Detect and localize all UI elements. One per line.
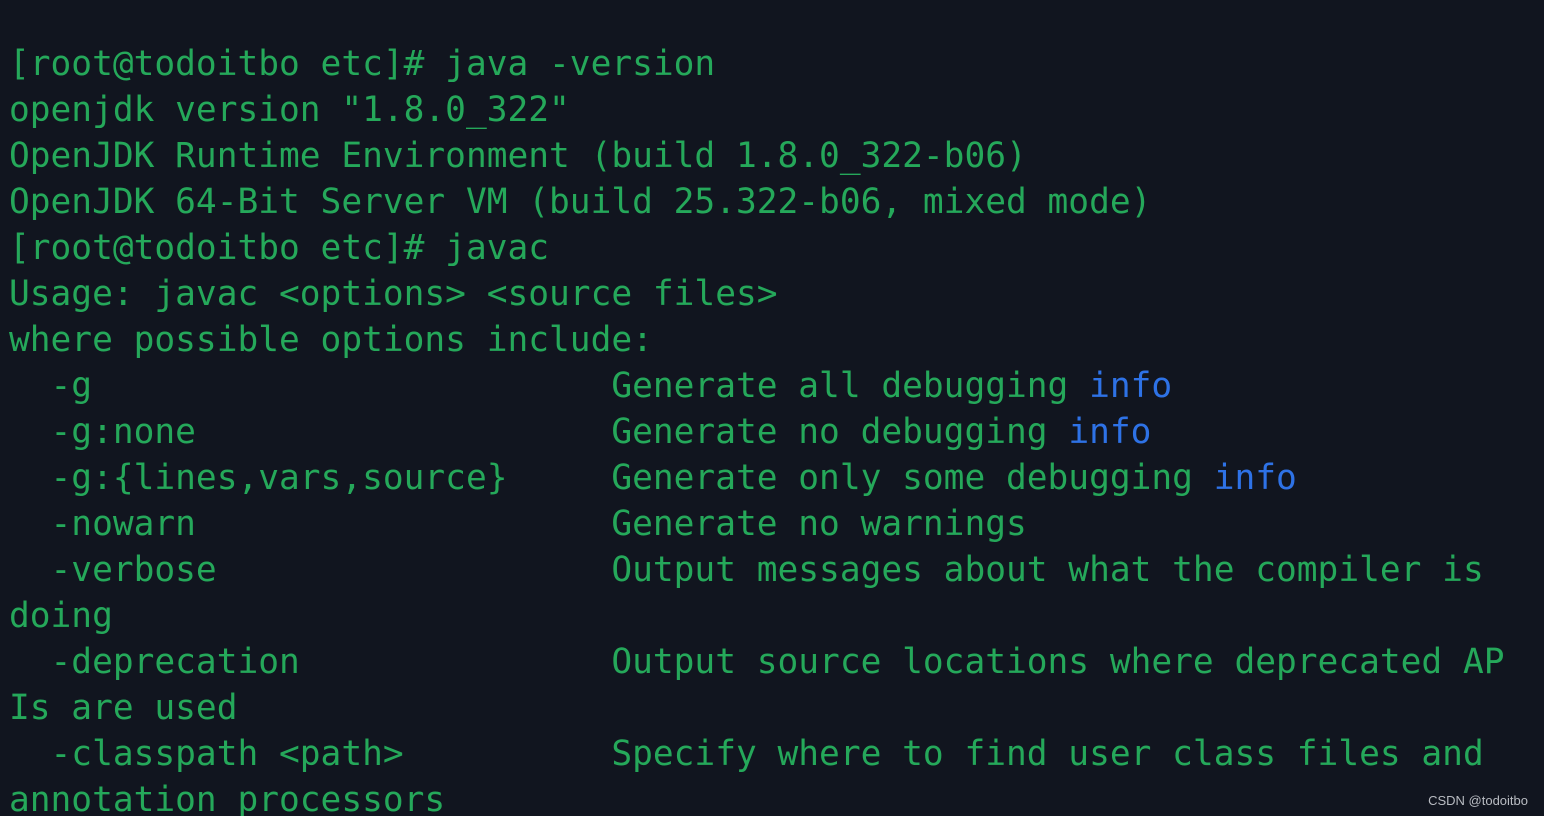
terminal-line: -g:{lines,vars,source} Generate only som… xyxy=(9,455,1505,501)
terminal-line-prompt: [root@todoitbo etc]# java -version xyxy=(9,44,716,84)
option-text: -g Generate all debugging xyxy=(9,366,1090,406)
terminal-line: where possible options include: xyxy=(9,320,653,360)
terminal-window[interactable]: [root@todoitbo etc]# java -version openjd… xyxy=(0,0,1544,816)
terminal-line: -verbose Output messages about what the … xyxy=(9,550,1484,590)
keyword-info: info xyxy=(1068,412,1152,452)
terminal-line: -deprecation Output source locations whe… xyxy=(9,642,1505,682)
option-text: -g:{lines,vars,source} Generate only som… xyxy=(9,458,1214,498)
terminal-line: doing xyxy=(9,596,113,636)
keyword-info: info xyxy=(1089,366,1173,406)
option-text: -g:none Generate no debugging xyxy=(9,412,1069,452)
terminal-line: -g Generate all debugging info xyxy=(9,363,1505,409)
watermark: CSDN @todoitbo xyxy=(1428,793,1528,808)
terminal-line: -classpath <path> Specify where to find … xyxy=(9,734,1484,774)
terminal-line: -g:none Generate no debugging info xyxy=(9,409,1505,455)
terminal-line: OpenJDK Runtime Environment (build 1.8.0… xyxy=(9,136,1027,176)
keyword-info: info xyxy=(1213,458,1297,498)
terminal-line: annotation processors xyxy=(9,780,446,816)
terminal-line-prompt: [root@todoitbo etc]# javac xyxy=(9,228,550,268)
terminal-line: Usage: javac <options> <source files> xyxy=(9,274,778,314)
terminal-line: OpenJDK 64-Bit Server VM (build 25.322-b… xyxy=(9,182,1152,222)
terminal-line: openjdk version "1.8.0_322" xyxy=(9,90,570,130)
terminal-output[interactable]: [root@todoitbo etc]# java -version openjd… xyxy=(9,41,1505,816)
terminal-line: Is are used xyxy=(9,688,238,728)
terminal-line: -nowarn Generate no warnings xyxy=(9,504,1027,544)
